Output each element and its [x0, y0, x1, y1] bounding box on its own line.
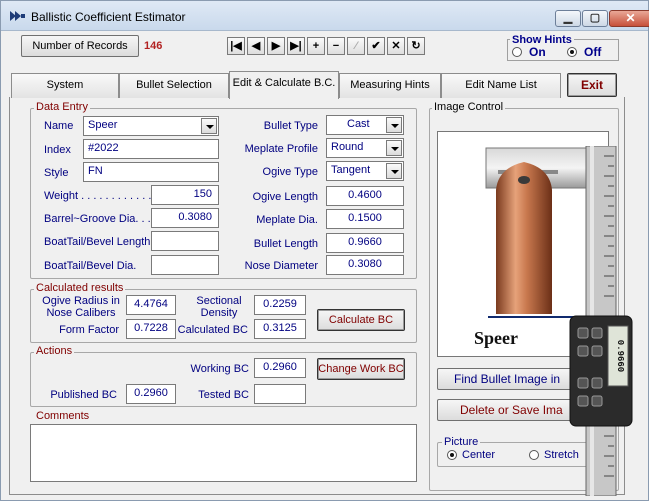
- close-button[interactable]: ✕: [609, 10, 649, 27]
- main-window: Ballistic Coefficient Estimator ▁ ▢ ✕ Nu…: [0, 0, 649, 501]
- weight-label: Weight . . . . . . . . . . . .: [44, 190, 152, 202]
- published-bc-field[interactable]: 0.2960: [126, 384, 176, 404]
- ogive-radius-label: Ogive Radius in Nose Calibers: [42, 295, 120, 319]
- hints-off-radio[interactable]: [567, 47, 577, 57]
- close-icon: ✕: [625, 11, 636, 25]
- cancel-edit-icon[interactable]: ✕: [387, 37, 405, 55]
- data-entry-title: Data Entry: [34, 101, 90, 113]
- sectional-density-label: Sectional Density: [196, 295, 242, 319]
- ogive-length-label: Ogive Length: [252, 191, 318, 203]
- calculated-bc-field: 0.3125: [254, 319, 306, 339]
- meplate-profile-combo[interactable]: Round: [326, 138, 404, 158]
- calculated-results-title: Calculated results: [34, 282, 126, 294]
- boattail-dia-field[interactable]: [151, 255, 219, 275]
- picture-stretch-radio[interactable]: [529, 450, 539, 460]
- boattail-length-field[interactable]: [151, 231, 219, 251]
- calculate-bc-button[interactable]: Calculate BC: [317, 309, 405, 331]
- form-factor-label: Form Factor: [59, 324, 119, 336]
- meplate-dia-label: Meplate Dia.: [256, 214, 318, 226]
- comments-title: Comments: [36, 410, 90, 422]
- caliper-icon: 0.9660: [569, 146, 633, 496]
- last-record-icon[interactable]: ▶|: [287, 37, 305, 55]
- chevron-down-icon[interactable]: [201, 118, 217, 134]
- name-combo[interactable]: Speer: [83, 116, 219, 136]
- maximize-icon: ▢: [589, 12, 601, 24]
- tab-bullet-selection[interactable]: Bullet Selection: [119, 73, 229, 98]
- minimize-icon: ▁: [563, 12, 573, 24]
- number-of-records-button[interactable]: Number of Records: [21, 35, 139, 57]
- delete-record-icon[interactable]: −: [327, 37, 345, 55]
- style-label: Style: [44, 167, 69, 179]
- tab-edit-calculate[interactable]: Edit & Calculate B.C.: [229, 71, 339, 99]
- picture-center-label[interactable]: Center: [462, 449, 495, 461]
- bullet-type-label: Bullet Type: [263, 120, 318, 132]
- picture-title: Picture: [442, 436, 481, 448]
- index-field[interactable]: #2022: [83, 139, 219, 159]
- sectional-density-field: 0.2259: [254, 295, 306, 315]
- weight-field[interactable]: 150: [151, 185, 219, 205]
- name-label: Name: [44, 120, 74, 132]
- name-value: Speer: [88, 119, 118, 131]
- working-bc-field[interactable]: 0.2960: [254, 358, 306, 378]
- index-label: Index: [44, 144, 71, 156]
- bullet-length-label: Bullet Length: [253, 238, 318, 250]
- post-edit-icon[interactable]: ✔: [367, 37, 385, 55]
- boattail-dia-label: BoatTail/Bevel Dia.: [44, 260, 137, 272]
- title-bar: Ballistic Coefficient Estimator ▁ ▢ ✕: [1, 1, 649, 31]
- form-factor-field: 0.7228: [126, 319, 176, 339]
- meplate-profile-value: Round: [331, 141, 364, 153]
- chevron-down-icon[interactable]: [386, 140, 402, 156]
- ogive-length-field[interactable]: 0.4600: [326, 186, 404, 206]
- exit-button[interactable]: Exit: [567, 73, 617, 97]
- minimize-button[interactable]: ▁: [555, 10, 581, 27]
- working-bc-label: Working BC: [190, 363, 249, 375]
- caliper-reading: 0.9660: [615, 340, 625, 372]
- bullet-type-value: Cast: [347, 118, 370, 130]
- comments-textarea[interactable]: [30, 424, 417, 482]
- tab-measuring-hints[interactable]: Measuring Hints: [339, 73, 441, 98]
- nose-diameter-field[interactable]: 0.3080: [326, 255, 404, 275]
- bullet-length-field[interactable]: 0.9660: [326, 233, 404, 253]
- ogive-type-label: Ogive Type: [262, 166, 318, 178]
- maximize-button[interactable]: ▢: [582, 10, 608, 27]
- change-work-bc-button[interactable]: Change Work BC: [317, 358, 405, 380]
- meplate-dia-field[interactable]: 0.1500: [326, 209, 404, 229]
- next-record-icon[interactable]: ▶: [267, 37, 285, 55]
- edit-record-icon[interactable]: ⁄: [347, 37, 365, 55]
- barrel-groove-field[interactable]: 0.3080: [151, 208, 219, 228]
- actions-title: Actions: [34, 345, 75, 357]
- app-icon: [10, 11, 25, 21]
- image-caption: Speer: [474, 328, 518, 348]
- chevron-down-icon[interactable]: [386, 163, 402, 179]
- tested-bc-field[interactable]: [254, 384, 306, 404]
- previous-record-icon[interactable]: ◀: [247, 37, 265, 55]
- ogive-type-combo[interactable]: Tangent: [326, 161, 404, 181]
- picture-center-radio[interactable]: [447, 450, 457, 460]
- chevron-down-icon[interactable]: [386, 117, 402, 133]
- record-count: 146: [144, 40, 163, 52]
- hints-off-label[interactable]: Off: [584, 45, 601, 59]
- nose-diameter-label: Nose Diameter: [244, 260, 318, 272]
- hints-on-label[interactable]: On: [529, 45, 546, 59]
- boattail-length-label: BoatTail/Bevel Length: [44, 236, 151, 248]
- ogive-radius-field: 4.4764: [126, 295, 176, 315]
- barrel-groove-label: Barrel~Groove Dia. . . .: [44, 213, 157, 225]
- meplate-profile-label: Meplate Profile: [244, 143, 318, 155]
- style-field[interactable]: FN: [83, 162, 219, 182]
- tab-system[interactable]: System: [11, 73, 119, 98]
- refresh-icon[interactable]: ↻: [407, 37, 425, 55]
- bullet-type-combo[interactable]: Cast: [326, 115, 404, 135]
- first-record-icon[interactable]: |◀: [227, 37, 245, 55]
- calculated-bc-label: Calculated BC: [177, 324, 248, 336]
- tab-edit-name-list[interactable]: Edit Name List: [441, 73, 561, 98]
- window-title: Ballistic Coefficient Estimator: [31, 10, 186, 24]
- ogive-type-value: Tangent: [331, 164, 371, 176]
- published-bc-label: Published BC: [50, 389, 117, 401]
- image-control-title: Image Control: [432, 101, 506, 113]
- hints-on-radio[interactable]: [512, 47, 522, 57]
- tested-bc-label: Tested BC: [198, 389, 249, 401]
- add-record-icon[interactable]: +: [307, 37, 325, 55]
